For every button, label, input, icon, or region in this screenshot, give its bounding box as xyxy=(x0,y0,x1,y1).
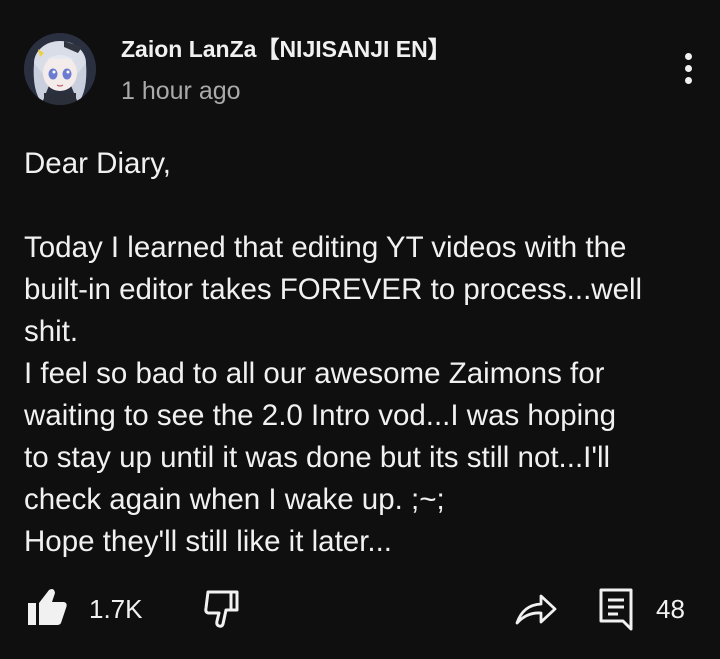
post-body-line: waiting to see the 2.0 Intro vod...I was… xyxy=(24,399,617,432)
like-count: 1.7K xyxy=(89,594,143,624)
post-body: Dear Diary, Today I learned that editing… xyxy=(24,143,704,563)
action-bar: 1.7K 48 xyxy=(0,585,720,633)
more-options-button[interactable] xyxy=(670,48,706,88)
comment-count: 48 xyxy=(656,594,685,624)
comment-button[interactable] xyxy=(597,587,637,631)
thumbs-down-icon xyxy=(204,590,239,628)
post-body-line: shit. xyxy=(24,315,79,348)
community-post: Zaion LanZa【NIJISANJI EN】 1 hour ago Dea… xyxy=(0,0,720,659)
post-body-line: to stay up until it was done but its sti… xyxy=(24,441,611,474)
post-body-line xyxy=(24,185,704,227)
dislike-button[interactable] xyxy=(202,589,244,629)
channel-name[interactable]: Zaion LanZa【NIJISANJI EN】 xyxy=(121,30,451,64)
share-button[interactable] xyxy=(513,589,559,629)
avatar-image xyxy=(24,33,96,105)
post-body-line: Dear Diary, xyxy=(24,147,171,180)
comment-icon xyxy=(599,588,633,631)
like-button[interactable] xyxy=(26,587,68,627)
post-body-line: Hope they'll still like it later... xyxy=(24,525,392,558)
post-body-line: built-in editor takes FOREVER to process… xyxy=(24,273,643,306)
channel-avatar[interactable] xyxy=(24,33,96,105)
post-body-line: Today I learned that editing YT videos w… xyxy=(24,231,627,264)
more-vert-icon-dot xyxy=(684,76,692,84)
more-vert-icon-dot xyxy=(684,64,692,72)
post-body-line: I feel so bad to all our awesome Zaimons… xyxy=(24,357,605,390)
post-body-line: check again when I wake up. ;~; xyxy=(24,483,445,516)
post-timestamp[interactable]: 1 hour ago xyxy=(121,77,241,106)
thumbs-up-icon xyxy=(28,589,67,625)
more-vert-icon-dot xyxy=(684,52,692,60)
share-icon xyxy=(515,594,557,625)
